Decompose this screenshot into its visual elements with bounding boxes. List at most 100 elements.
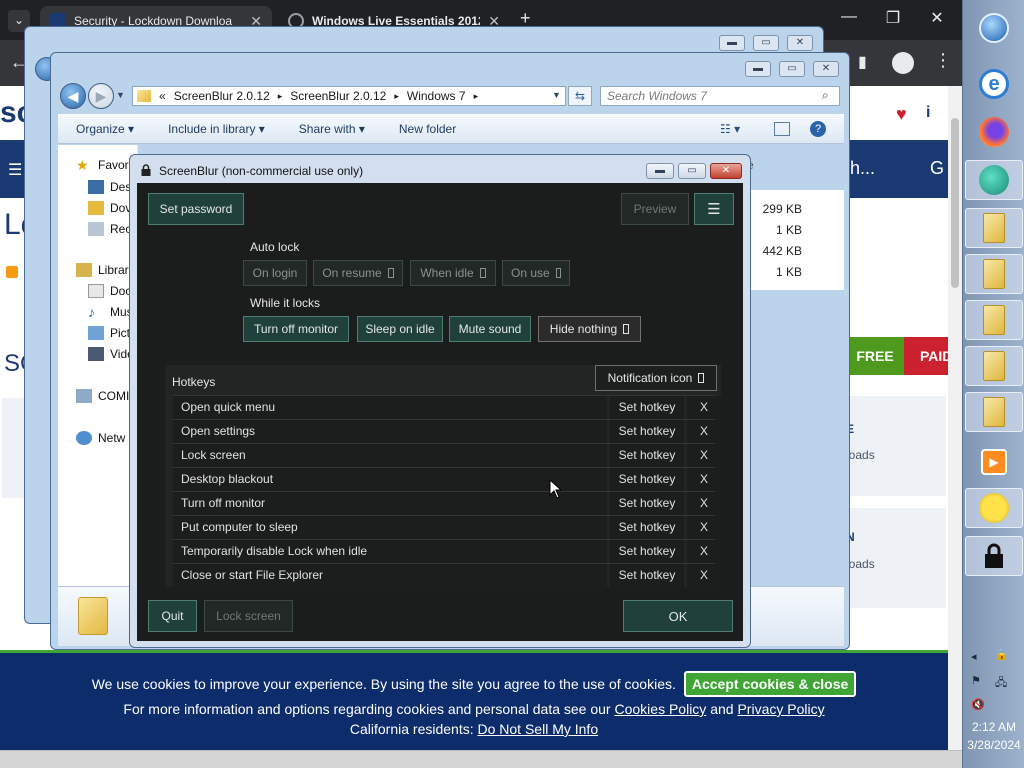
refresh-icon[interactable]: ⇆ [568, 86, 592, 106]
nav-downloads[interactable]: Dov [88, 201, 131, 215]
organize-menu[interactable]: Organize ▾ [58, 122, 150, 136]
taskbar-folder[interactable] [965, 208, 1023, 248]
lock-tray-icon[interactable]: 🔒 [995, 648, 1009, 661]
help-icon[interactable]: ? [810, 121, 826, 137]
info-icon[interactable]: i [926, 104, 930, 122]
taskbar-screenblur[interactable] [965, 536, 1023, 576]
clear-hotkey-button[interactable]: X [687, 468, 721, 492]
taskbar-firefox[interactable] [965, 112, 1023, 152]
mute-sound-toggle[interactable]: Mute sound [449, 316, 531, 342]
start-button[interactable] [965, 8, 1023, 48]
preview-pane-icon[interactable] [774, 122, 790, 136]
chevron-right-icon[interactable]: ▸ [394, 91, 399, 102]
set-hotkey-button[interactable]: Set hotkey [610, 420, 684, 444]
browser-restore-button[interactable]: ❐ [876, 8, 910, 28]
breadcrumb-item[interactable]: ScreenBlur 2.0.12 [174, 89, 270, 103]
page-scrollbar[interactable] [948, 86, 962, 750]
browser-minimize-button[interactable]: — [832, 8, 866, 26]
set-hotkey-button[interactable]: Set hotkey [610, 492, 684, 516]
nav-pictures[interactable]: Pict [88, 326, 130, 340]
sleep-on-idle-toggle[interactable]: Sleep on idle [357, 316, 443, 342]
chevron-right-icon[interactable]: ▸ [474, 91, 479, 102]
minimize-button[interactable]: ▬ [646, 163, 674, 179]
search-icon[interactable]: ⌕ [822, 88, 829, 103]
clock-date[interactable]: 3/28/2024 [963, 738, 1024, 752]
site-nav-link[interactable]: h... [850, 158, 875, 179]
browser-menu-icon[interactable]: ⋮ [934, 50, 952, 71]
quit-button[interactable]: Quit [148, 600, 197, 632]
site-nav-link[interactable]: G [930, 158, 944, 179]
taskbar-internet-explorer[interactable]: e [965, 64, 1023, 104]
ok-button[interactable]: OK [623, 600, 733, 632]
turn-off-monitor-toggle[interactable]: Turn off monitor [243, 316, 349, 342]
nav-network[interactable]: Netw [76, 431, 125, 445]
menu-icon[interactable]: ☰ [694, 193, 734, 225]
forward-arrow-icon[interactable]: ▶ [88, 83, 114, 109]
do-not-sell-link[interactable]: Do Not Sell My Info [478, 721, 599, 737]
breadcrumb-item[interactable]: ScreenBlur 2.0.12 [290, 89, 386, 103]
close-button[interactable]: ✕ [813, 61, 839, 77]
free-download-button[interactable]: FREE [846, 337, 904, 375]
nav-documents[interactable]: Doc [88, 284, 131, 298]
close-button[interactable]: ✕ [787, 35, 813, 51]
clear-hotkey-button[interactable]: X [687, 444, 721, 468]
horizontal-scrollbar[interactable] [0, 750, 962, 768]
paid-download-button[interactable]: PAID [904, 337, 948, 375]
share-with-menu[interactable]: Share with ▾ [281, 122, 381, 136]
preview-button[interactable]: Preview [621, 193, 689, 225]
search-input[interactable]: Search Windows 7 [600, 86, 840, 106]
taskbar-sun-app[interactable] [965, 488, 1023, 528]
show-hidden-icons-arrow[interactable]: ◂ [971, 650, 977, 663]
back-arrow-icon[interactable]: ◀ [60, 83, 86, 109]
lock-screen-button[interactable]: Lock screen [204, 600, 293, 632]
hide-nothing-dropdown[interactable]: Hide nothing [538, 316, 641, 342]
clear-hotkey-button[interactable]: X [687, 396, 721, 420]
auto-lock-on-use-toggle[interactable]: On use [502, 260, 570, 286]
taskbar-media-player[interactable]: ▶ [965, 442, 1023, 482]
profile-avatar-icon[interactable] [892, 52, 914, 74]
clear-hotkey-button[interactable]: X [687, 516, 721, 540]
maximize-button[interactable]: ▭ [678, 163, 706, 179]
breadcrumb-overflow[interactable]: « [159, 89, 166, 103]
minimize-button[interactable]: ▬ [745, 61, 771, 77]
history-dropdown-icon[interactable]: ▼ [116, 90, 125, 100]
scrollbar-thumb[interactable] [951, 118, 959, 288]
nav-desktop[interactable]: Des [88, 180, 131, 194]
set-hotkey-button[interactable]: Set hotkey [610, 396, 684, 420]
rss-icon[interactable] [6, 266, 18, 278]
close-button[interactable]: ✕ [710, 163, 742, 179]
taskbar-folder[interactable] [965, 300, 1023, 340]
taskbar-folder[interactable] [965, 392, 1023, 432]
volume-muted-icon[interactable]: 🔇 [971, 698, 985, 711]
accept-cookies-button[interactable]: Accept cookies & close [683, 671, 857, 697]
set-hotkey-button[interactable]: Set hotkey [610, 444, 684, 468]
clock-time[interactable]: 2:12 AM [963, 720, 1024, 734]
auto-lock-on-login-toggle[interactable]: On login [243, 260, 307, 286]
auto-lock-when-idle-toggle[interactable]: When idle [410, 260, 496, 286]
heart-icon[interactable]: ♥ [896, 104, 907, 125]
minimize-button[interactable]: ▬ [719, 35, 745, 51]
new-folder-button[interactable]: New folder [381, 122, 472, 136]
taskbar-folder[interactable] [965, 254, 1023, 294]
maximize-button[interactable]: ▭ [779, 61, 805, 77]
address-dropdown-icon[interactable]: ▼ [552, 90, 561, 100]
browser-close-button[interactable]: ✕ [920, 8, 954, 28]
clear-hotkey-button[interactable]: X [687, 564, 721, 588]
nav-computer[interactable]: COMI [76, 389, 129, 403]
set-password-button[interactable]: Set password [148, 193, 244, 225]
nav-videos[interactable]: Vide [88, 347, 134, 361]
nav-libraries[interactable]: Librar [76, 263, 129, 277]
chevron-right-icon[interactable]: ▸ [278, 91, 283, 102]
taskbar-folder[interactable] [965, 346, 1023, 386]
clear-hotkey-button[interactable]: X [687, 540, 721, 564]
nav-recent[interactable]: Rec [88, 222, 131, 236]
auto-lock-on-resume-toggle[interactable]: On resume [313, 260, 403, 286]
hamburger-menu-icon[interactable]: ☰ [8, 160, 22, 180]
view-options-icon[interactable]: ☷ ▾ [720, 122, 740, 136]
network-tray-icon[interactable]: 🖧 [995, 674, 1007, 693]
clear-hotkey-button[interactable]: X [687, 492, 721, 516]
side-panel-icon[interactable]: ▮ [858, 52, 867, 72]
set-hotkey-button[interactable]: Set hotkey [610, 564, 684, 588]
privacy-policy-link[interactable]: Privacy Policy [737, 701, 824, 717]
notification-icon-toggle[interactable]: Notification icon [595, 365, 717, 391]
